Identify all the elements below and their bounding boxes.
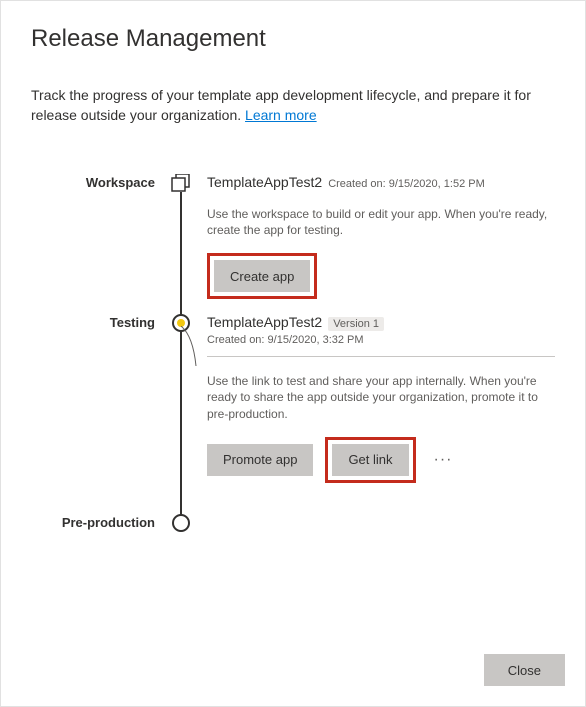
create-app-highlight: Create app (207, 253, 317, 299)
get-link-button[interactable]: Get link (332, 444, 408, 476)
connector-curve (181, 326, 201, 366)
stage-testing: Testing TemplateAppTest2 Version 1 Creat… (31, 314, 555, 514)
page-title: Release Management (31, 25, 555, 53)
workspace-description: Use the workspace to build or edit your … (207, 206, 555, 240)
learn-more-link[interactable]: Learn more (245, 107, 317, 123)
stage-label-preproduction: Pre-production (62, 515, 155, 530)
testing-description: Use the link to test and share your app … (207, 373, 555, 423)
more-actions-button[interactable]: ··· (428, 451, 459, 469)
close-button[interactable]: Close (484, 654, 565, 686)
workspace-created-on: Created on: 9/15/2020, 1:52 PM (328, 178, 485, 190)
stage-label-workspace: Workspace (86, 175, 155, 190)
create-app-button[interactable]: Create app (214, 260, 310, 292)
preproduction-node (172, 514, 190, 532)
testing-app-name: TemplateAppTest2 (207, 314, 322, 330)
stage-label-testing: Testing (110, 315, 155, 330)
testing-created-on: Created on: 9/15/2020, 3:32 PM (207, 334, 555, 346)
workspace-app-name: TemplateAppTest2 (207, 174, 322, 190)
stage-workspace: Workspace TemplateAppTest2 Created on: 9… (31, 174, 555, 314)
stage-preproduction: Pre-production (31, 514, 555, 554)
promote-app-button[interactable]: Promote app (207, 444, 313, 476)
description: Track the progress of your template app … (31, 85, 555, 126)
release-pipeline: Workspace TemplateAppTest2 Created on: 9… (31, 174, 555, 554)
get-link-highlight: Get link (325, 437, 415, 483)
testing-version-badge: Version 1 (328, 317, 384, 331)
divider (207, 356, 555, 357)
